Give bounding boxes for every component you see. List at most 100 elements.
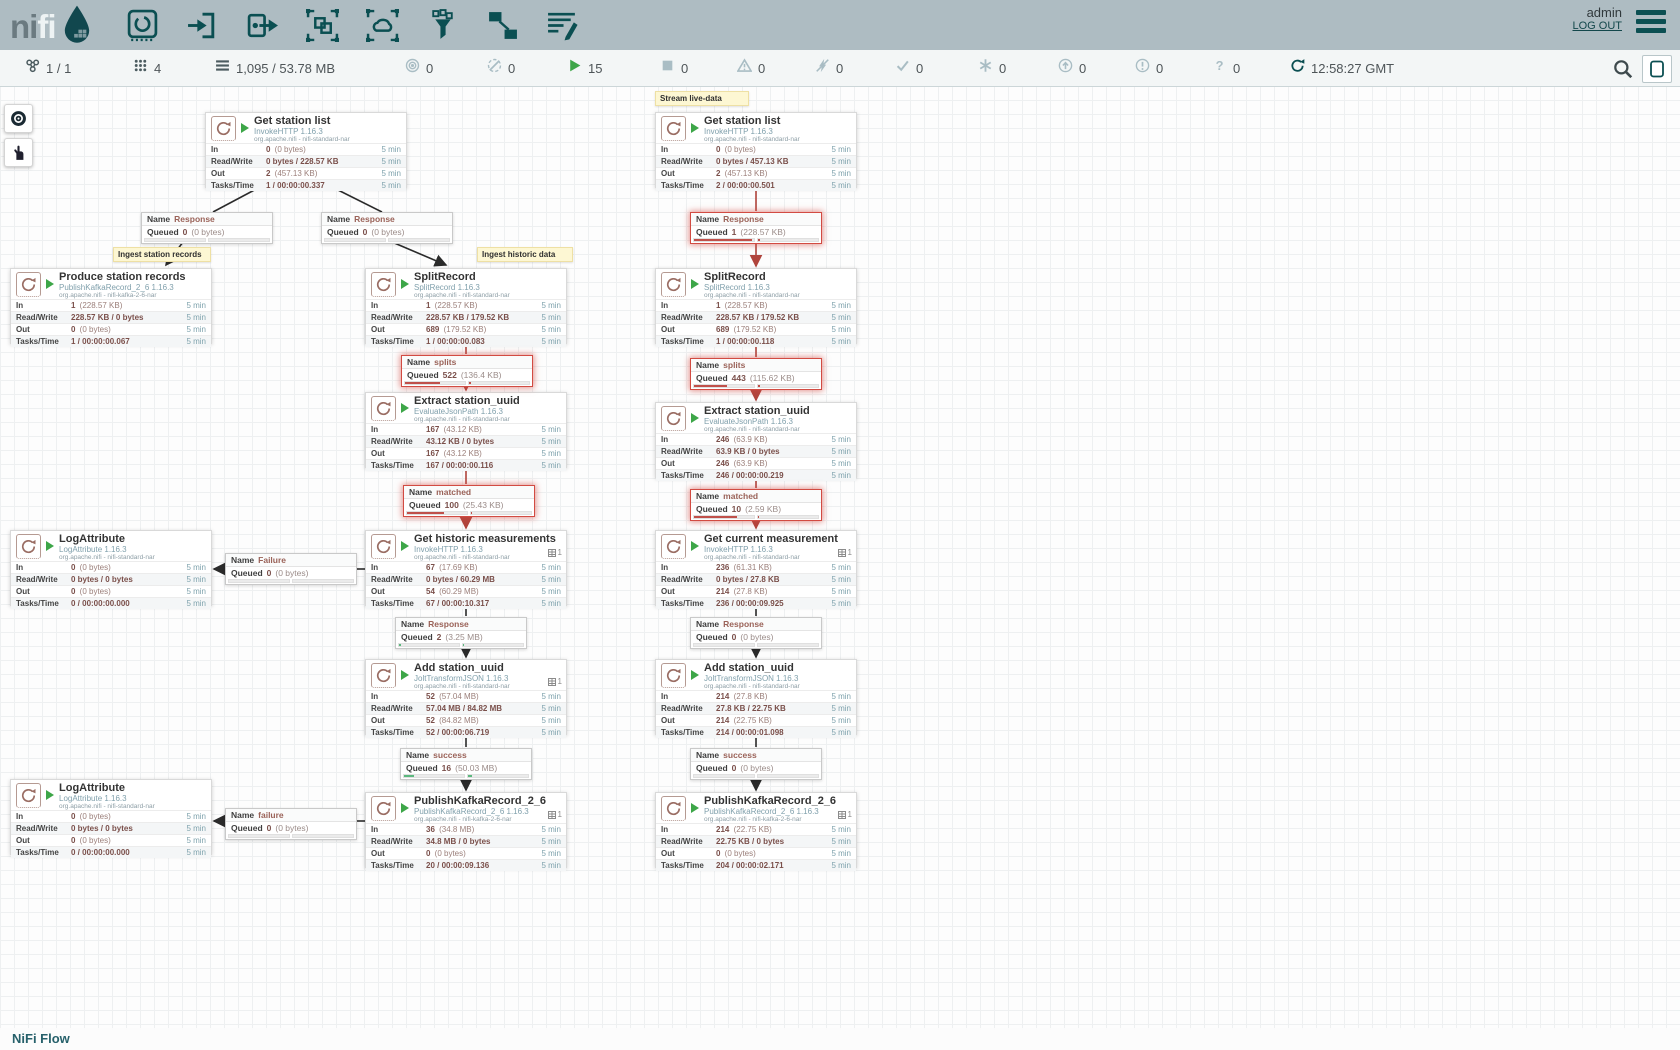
svg-text:?: ? (1216, 58, 1224, 73)
connection-label-matched-6[interactable]: Namematched Queued10(2.59 KB) (690, 489, 822, 521)
locally-modified-icon (978, 58, 993, 78)
label-tool-icon[interactable] (544, 7, 580, 43)
connection-label-matched-5[interactable]: Namematched Queued100(25.43 KB) (403, 485, 535, 517)
processor-type-icon (661, 406, 686, 431)
stat-row-in: In1 (228.57 KB)5 min (11, 299, 211, 311)
global-menu-icon[interactable] (1636, 10, 1666, 36)
connection-label-splits-4[interactable]: Namesplits Queued443(115.62 KB) (690, 358, 822, 390)
stat-row-out: Out214 (22.75 KB)5 min (656, 714, 856, 726)
processor-extract-station-uuid-right[interactable]: Extract station_uuid EvaluateJsonPath 1.… (655, 402, 857, 478)
status-stopped: 0 (660, 50, 688, 86)
connection-label-success-11[interactable]: Namesuccess Queued0(0 bytes) (690, 748, 822, 780)
stat-row-taskstime: Tasks/Time1 / 00:00:00.0835 min (366, 335, 566, 347)
flow-canvas[interactable]: Get station list InvokeHTTP 1.16.3 org.a… (0, 86, 1680, 1030)
processor-name: SplitRecord (414, 271, 544, 283)
backpressure-indicator (396, 643, 526, 647)
stat-row-in: In214 (27.8 KB)5 min (656, 690, 856, 702)
connection-label-response-9[interactable]: NameResponse Queued0(0 bytes) (690, 617, 822, 649)
processor-add-station-uuid-mid[interactable]: Add station_uuid JoltTransformJSON 1.16.… (365, 659, 567, 735)
stat-row-out: Out2 (457.13 KB)5 min (206, 167, 406, 179)
processor-type: InvokeHTTP 1.16.3 (704, 127, 834, 136)
component-toolbar (124, 7, 580, 43)
processor-type-icon (371, 663, 396, 688)
status-refresh[interactable]: 12:58:27 GMT (1290, 50, 1394, 86)
processor-log-attribute-bottom[interactable]: LogAttribute LogAttribute 1.16.3 org.apa… (10, 779, 212, 855)
flow-label-ingest-station-records[interactable]: Ingest station records (113, 247, 211, 262)
connection-label-failure-12[interactable]: Namefailure Queued0(0 bytes) (225, 808, 357, 840)
disabled-icon (815, 58, 830, 78)
stat-row-out: Out2 (457.13 KB)5 min (656, 167, 856, 179)
processor-get-historic-measurements[interactable]: Get historic measurements InvokeHTTP 1.1… (365, 530, 567, 606)
sync-failure-icon: ? (1212, 58, 1227, 78)
processor-bundle: org.apache.nifi - nifi-standard-nar (704, 292, 834, 299)
funnel-tool-icon[interactable] (424, 7, 460, 43)
running-status-icon (401, 279, 409, 289)
output-port-tool-icon[interactable] (244, 7, 280, 43)
stat-row-out: Out52 (84.82 MB)5 min (366, 714, 566, 726)
connection-label-response-0[interactable]: NameResponse Queued0(0 bytes) (141, 212, 273, 244)
running-status-icon (401, 541, 409, 551)
processor-produce-station-records[interactable]: Produce station records PublishKafkaReco… (10, 268, 212, 344)
running-status-icon (401, 803, 409, 813)
input-port-tool-icon[interactable] (184, 7, 220, 43)
connection-label-success-10[interactable]: Namesuccess Queued16(50.03 MB) (400, 748, 532, 780)
template-tool-icon[interactable] (484, 7, 520, 43)
processor-get-station-list-left[interactable]: Get station list InvokeHTTP 1.16.3 org.a… (205, 112, 407, 188)
stat-row-in: In236 (61.31 KB)5 min (656, 561, 856, 573)
connection-label-splits-3[interactable]: Namesplits Queued522(136.4 KB) (401, 355, 533, 387)
stat-row-readwrite: Read/Write27.8 KB / 22.75 KB5 min (656, 702, 856, 714)
search-icon[interactable] (1612, 58, 1634, 80)
processor-log-attribute-top[interactable]: LogAttribute LogAttribute 1.16.3 org.apa… (10, 530, 212, 606)
backpressure-indicator (691, 384, 821, 388)
running-status-icon (46, 541, 54, 551)
processor-name: Add station_uuid (414, 662, 544, 674)
processor-get-current-measurement[interactable]: Get current measurement InvokeHTTP 1.16.… (655, 530, 857, 606)
flow-label-stream-live-data[interactable]: Stream live-data (655, 91, 749, 106)
refresh-icon[interactable] (1290, 58, 1305, 78)
navigate-palette-button[interactable] (4, 104, 33, 133)
operate-palette-hand-icon[interactable] (4, 138, 33, 167)
connection-label-response-1[interactable]: NameResponse Queued0(0 bytes) (321, 212, 453, 244)
processor-split-record-mid[interactable]: SplitRecord SplitRecord 1.16.3 org.apach… (365, 268, 567, 344)
processor-publish-kafka-mid[interactable]: PublishKafkaRecord_2_6 PublishKafkaRecor… (365, 792, 567, 868)
stat-row-readwrite: Read/Write63.9 KB / 0 bytes5 min (656, 445, 856, 457)
processor-bundle: org.apache.nifi - nifi-standard-nar (254, 136, 384, 143)
processor-type: PublishKafkaRecord_2_6 1.16.3 (59, 283, 189, 292)
logout-link[interactable]: LOG OUT (1572, 20, 1622, 32)
stat-row-taskstime: Tasks/Time67 / 00:00:10.3175 min (366, 597, 566, 609)
processor-name: Add station_uuid (704, 662, 834, 674)
invalid-icon (737, 58, 752, 78)
status-threads: 4 (133, 50, 161, 86)
stat-row-readwrite: Read/Write228.57 KB / 0 bytes5 min (11, 311, 211, 323)
stat-row-out: Out0 (0 bytes)5 min (656, 847, 856, 859)
stat-row-taskstime: Tasks/Time0 / 00:00:00.0005 min (11, 846, 211, 858)
processor-type: LogAttribute 1.16.3 (59, 794, 189, 803)
stat-row-in: In0 (0 bytes)5 min (206, 143, 406, 155)
stat-row-in: In67 (17.69 KB)5 min (366, 561, 566, 573)
processor-bundle: org.apache.nifi - nifi-kafka-2-6-nar (59, 292, 189, 299)
stat-row-readwrite: Read/Write34.8 MB / 0 bytes5 min (366, 835, 566, 847)
processor-add-station-uuid-right[interactable]: Add station_uuid JoltTransformJSON 1.16.… (655, 659, 857, 735)
processor-extract-station-uuid-mid[interactable]: Extract station_uuid EvaluateJsonPath 1.… (365, 392, 567, 468)
panel-toggle-button[interactable] (1642, 55, 1672, 83)
breadcrumb[interactable]: NiFi Flow (12, 1031, 70, 1046)
processor-bundle: org.apache.nifi - nifi-standard-nar (59, 803, 189, 810)
connection-label-response-2[interactable]: NameResponse Queued1(228.57 KB) (690, 212, 822, 244)
processor-get-station-list-right[interactable]: Get station list InvokeHTTP 1.16.3 org.a… (655, 112, 857, 188)
remote-process-group-tool-icon[interactable] (364, 7, 400, 43)
processor-publish-kafka-right[interactable]: PublishKafkaRecord_2_6 PublishKafkaRecor… (655, 792, 857, 868)
stat-row-out: Out246 (63.9 KB)5 min (656, 457, 856, 469)
stat-row-taskstime: Tasks/Time236 / 00:00:09.9255 min (656, 597, 856, 609)
stat-row-in: In36 (34.8 MB)5 min (366, 823, 566, 835)
connection-label-response-8[interactable]: NameResponse Queued2(3.25 MB) (395, 617, 527, 649)
flow-label-ingest-historic-data[interactable]: Ingest historic data (477, 247, 573, 262)
stat-row-taskstime: Tasks/Time52 / 00:00:06.7195 min (366, 726, 566, 738)
processor-tool-icon[interactable] (124, 7, 160, 43)
processor-split-record-right[interactable]: SplitRecord SplitRecord 1.16.3 org.apach… (655, 268, 857, 344)
running-icon (567, 58, 582, 78)
processor-type: InvokeHTTP 1.16.3 (704, 545, 834, 554)
processor-type-icon (371, 534, 396, 559)
connection-line[interactable] (392, 242, 446, 265)
connection-label-failure-7[interactable]: NameFailure Queued0(0 bytes) (225, 553, 357, 585)
process-group-tool-icon[interactable] (304, 7, 340, 43)
